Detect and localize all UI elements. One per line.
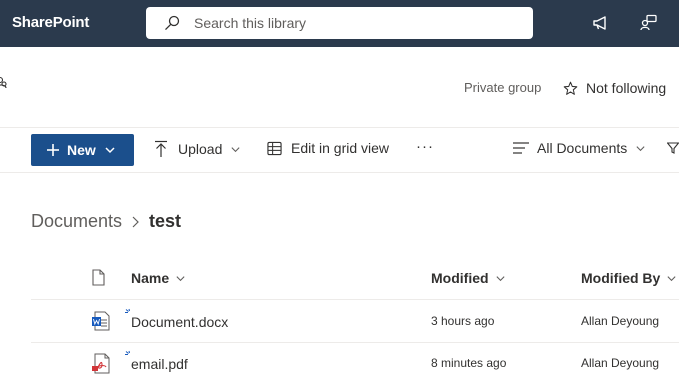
chevron-down-icon xyxy=(495,275,505,281)
upload-icon xyxy=(155,140,167,157)
search-box[interactable]: Search this library xyxy=(146,7,533,39)
word-doc-icon xyxy=(92,311,110,331)
edit-grid-view-button[interactable]: Edit in grid view xyxy=(267,140,389,156)
view-selector[interactable]: All Documents xyxy=(513,140,646,156)
star-icon xyxy=(563,81,578,95)
upload-button[interactable]: Upload xyxy=(154,140,241,158)
filter-icon[interactable] xyxy=(667,142,679,154)
modified-cell: 3 hours ago xyxy=(431,314,495,328)
edit-grid-label: Edit in grid view xyxy=(291,140,390,156)
feedback-icon[interactable] xyxy=(639,13,659,33)
follow-label: Not following xyxy=(586,80,667,96)
list-view-icon xyxy=(513,142,529,154)
header-divider xyxy=(0,127,679,128)
breadcrumb-current: test xyxy=(149,211,182,231)
column-header-modified-by[interactable]: Modified By xyxy=(581,270,677,286)
column-modified-label: Modified xyxy=(431,270,489,286)
new-button[interactable]: New xyxy=(31,134,134,166)
table-divider xyxy=(31,299,679,300)
suite-bar: SharePoint Search this library xyxy=(0,0,679,47)
file-name-link[interactable]: Document.docx xyxy=(131,314,228,330)
megaphone-icon[interactable] xyxy=(591,13,611,33)
chevron-down-icon xyxy=(636,145,645,151)
chevron-down-icon xyxy=(667,275,676,281)
upload-label: Upload xyxy=(178,141,223,157)
column-header-name[interactable]: Name xyxy=(131,270,186,286)
column-modified-by-label: Modified By xyxy=(581,270,661,286)
view-label: All Documents xyxy=(537,140,628,156)
column-name-label: Name xyxy=(131,270,170,286)
chevron-right-icon xyxy=(132,216,139,228)
plus-icon xyxy=(47,144,59,156)
chevron-down-icon xyxy=(105,147,115,154)
modified-cell: 8 minutes ago xyxy=(431,356,507,370)
modified-by-cell[interactable]: Allan Deyoung xyxy=(581,314,659,328)
more-actions-button[interactable]: ··· xyxy=(416,138,434,155)
follow-button[interactable]: Not following xyxy=(563,80,666,96)
chevron-down-icon xyxy=(231,146,240,152)
app-brand[interactable]: SharePoint xyxy=(12,14,89,31)
column-header-modified[interactable]: Modified xyxy=(431,270,506,286)
site-logo-icon[interactable] xyxy=(0,74,8,94)
privacy-label: Private group xyxy=(464,80,542,95)
search-icon xyxy=(165,15,180,31)
breadcrumb-documents[interactable]: Documents xyxy=(31,211,122,232)
search-placeholder: Search this library xyxy=(194,15,307,31)
file-type-icon xyxy=(92,269,105,286)
new-label: New xyxy=(67,142,96,158)
table-divider xyxy=(31,342,679,343)
chevron-down-icon xyxy=(176,275,185,281)
commandbar-divider xyxy=(0,172,679,173)
modified-by-cell[interactable]: Allan Deyoung xyxy=(581,356,659,370)
grid-icon xyxy=(267,141,282,155)
pdf-icon xyxy=(92,353,110,374)
file-name-link[interactable]: email.pdf xyxy=(131,356,188,372)
